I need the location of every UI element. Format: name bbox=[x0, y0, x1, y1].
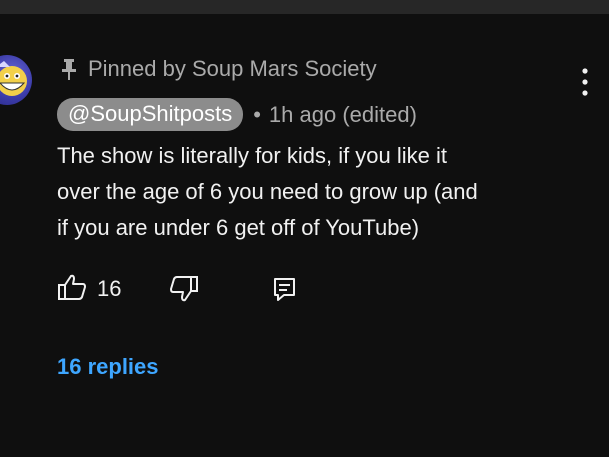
pinned-label: Pinned by Soup Mars Society bbox=[88, 56, 377, 81]
author-handle[interactable]: @SoupShitposts bbox=[57, 98, 244, 131]
thumbs-up-icon bbox=[57, 273, 87, 306]
more-vert-icon[interactable] bbox=[577, 67, 593, 97]
top-bar bbox=[0, 0, 609, 14]
view-replies-link[interactable]: 16 replies bbox=[57, 354, 159, 380]
comment-text: The show is literally for kids, if you l… bbox=[57, 143, 478, 240]
like-button[interactable]: 16 bbox=[57, 274, 121, 304]
pin-icon bbox=[60, 58, 78, 80]
separator-dot: • bbox=[253, 101, 261, 127]
dislike-button[interactable] bbox=[169, 275, 199, 305]
thumbs-down-icon bbox=[169, 276, 199, 309]
reply-button[interactable] bbox=[272, 275, 298, 305]
reply-icon bbox=[272, 278, 298, 309]
comment-header: @SoupShitposts • 1h ago (edited) bbox=[57, 98, 417, 131]
comment-actions: 16 bbox=[0, 274, 609, 314]
like-count: 16 bbox=[97, 276, 122, 301]
pinned-comment: Pinned by Soup Mars Society @SoupShitpos… bbox=[0, 14, 609, 457]
pinned-indicator: Pinned by Soup Mars Society bbox=[60, 55, 377, 83]
channel-avatar-icon[interactable] bbox=[0, 55, 32, 105]
comment-timestamp[interactable]: 1h ago (edited) bbox=[269, 102, 417, 128]
